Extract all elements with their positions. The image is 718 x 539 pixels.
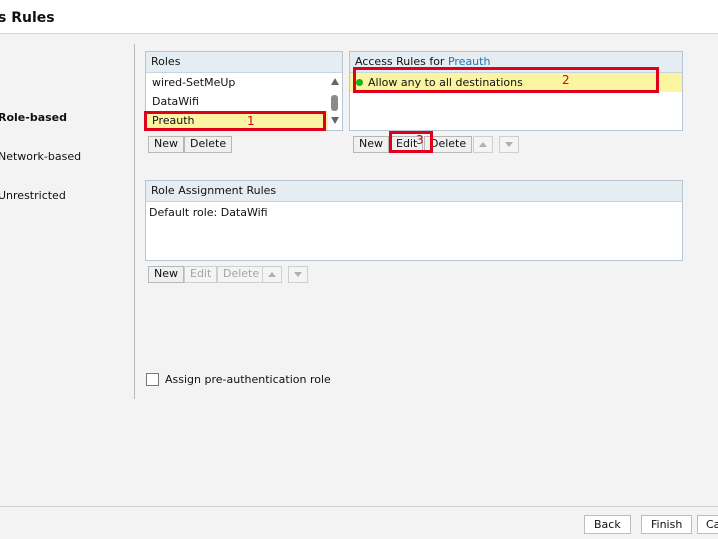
assignment-panel: Role Assignment Rules Default role: Data… [145, 180, 683, 261]
header-bar [0, 0, 718, 34]
preauth-checkbox[interactable] [146, 373, 159, 386]
role-item-wired-setmeup[interactable]: wired-SetMeUp [146, 73, 328, 92]
preauth-checkbox-label: Assign pre-authentication role [165, 373, 331, 386]
assignment-new-button[interactable]: New [148, 266, 184, 283]
roles-delete-button[interactable]: Delete [184, 136, 233, 153]
scroll-up-icon[interactable] [331, 78, 339, 85]
option-role-based[interactable]: Role-based [0, 111, 67, 124]
rules-move-up-button[interactable] [473, 136, 493, 153]
role-item-datawifi[interactable]: DataWifi [146, 92, 328, 111]
default-role-label: Default role: DataWifi [149, 206, 268, 219]
rules-new-button[interactable]: New [353, 136, 389, 153]
scroll-down-icon[interactable] [331, 117, 339, 124]
annotation-label-2: 2 [562, 73, 570, 87]
assignment-delete-button[interactable]: Delete [217, 266, 266, 283]
finish-button[interactable]: Finish [641, 515, 693, 534]
roles-scrollbar[interactable] [328, 73, 342, 130]
assignment-move-up-button[interactable] [262, 266, 282, 283]
assignment-header: Role Assignment Rules [146, 181, 682, 202]
back-button[interactable]: Back [584, 515, 631, 534]
page-title: s Rules [0, 10, 55, 26]
rules-move-down-button[interactable] [499, 136, 519, 153]
vertical-divider [134, 44, 135, 399]
arrow-up-icon [268, 272, 276, 277]
roles-header: Roles [146, 52, 342, 73]
arrow-down-icon [505, 142, 513, 147]
roles-new-button[interactable]: New [148, 136, 184, 153]
arrow-down-icon [294, 272, 302, 277]
annotation-box-3 [389, 131, 433, 153]
assignment-edit-button[interactable]: Edit [184, 266, 218, 283]
annotation-box-1 [144, 111, 326, 131]
annotation-label-3: 3 [416, 133, 424, 147]
assignment-move-down-button[interactable] [288, 266, 308, 283]
cancel-button[interactable]: Ca [697, 515, 718, 534]
option-network-based[interactable]: Network-based [0, 150, 81, 163]
annotation-box-2 [353, 67, 659, 93]
option-unrestricted[interactable]: Unrestricted [0, 189, 66, 202]
scroll-thumb[interactable] [331, 95, 338, 111]
arrow-up-icon [479, 142, 487, 147]
annotation-label-1: 1 [247, 114, 255, 128]
footer-divider [0, 506, 718, 507]
